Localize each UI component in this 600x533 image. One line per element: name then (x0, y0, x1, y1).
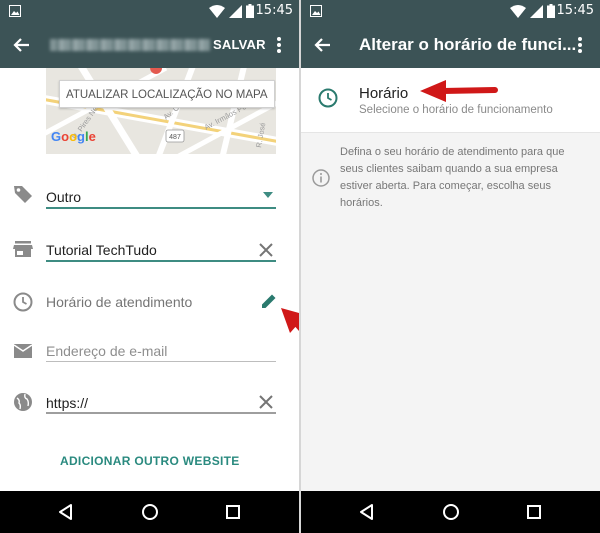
recents-square-icon[interactable] (524, 502, 544, 522)
clock-time: 15:45 (255, 3, 293, 18)
app-bar: SALVAR (0, 22, 299, 68)
info-icon (312, 169, 330, 187)
email-input[interactable]: Endereço de e-mail (46, 343, 167, 359)
page-title: Alterar o horário de funci... (359, 35, 577, 54)
website-input[interactable]: https:// (46, 395, 88, 411)
business-name-underline (46, 260, 276, 262)
navigation-bar (301, 491, 600, 533)
change-hours-screen: 15:45 Alterar o horário de funci... Horá… (301, 0, 600, 533)
arrow-back-icon[interactable] (12, 35, 32, 55)
tag-icon (14, 186, 32, 203)
status-bar: 15:45 (0, 0, 299, 22)
hours-label[interactable]: Horário de atendimento (46, 294, 192, 310)
email-icon (13, 344, 33, 358)
google-logo: Google (51, 129, 96, 144)
clear-website-icon[interactable] (256, 392, 276, 412)
recents-square-icon[interactable] (223, 502, 243, 522)
more-vert-icon[interactable] (269, 35, 289, 55)
info-panel: Defina o seu horário de atendimento para… (301, 133, 600, 493)
clear-icon[interactable] (256, 240, 276, 260)
gallery-notification-icon (9, 5, 21, 17)
dropdown-arrow-icon[interactable] (263, 192, 273, 198)
location-map[interactable]: 487 Av. Irmãos Pereira Av. Carlos R. Pir… (46, 68, 276, 154)
clock-icon (318, 88, 338, 108)
more-vert-icon[interactable] (570, 35, 590, 55)
category-value: Outro (46, 189, 82, 205)
hours-item-subtitle: Selecione o horário de funcionamento (359, 104, 553, 116)
wifi-icon (510, 4, 526, 18)
app-bar: Alterar o horário de funci... (301, 22, 600, 68)
info-text: Defina o seu horário de atendimento para… (340, 146, 565, 209)
hours-list-item[interactable]: Horário Selecione o horário de funcionam… (301, 68, 600, 132)
category-dropdown[interactable] (46, 207, 276, 209)
back-triangle-icon[interactable] (56, 502, 76, 522)
signal-icon (530, 4, 543, 18)
blurred-business-name (50, 39, 210, 51)
gallery-notification-icon (310, 5, 322, 17)
back-triangle-icon[interactable] (357, 502, 377, 522)
clock-icon (13, 292, 33, 312)
navigation-bar (0, 491, 299, 533)
edit-business-screen: 15:45 SALVAR 487 Av. Irmãos Pereira Av. … (0, 0, 299, 533)
edit-pencil-icon[interactable] (260, 292, 278, 310)
signal-icon (229, 4, 242, 18)
save-button[interactable]: SALVAR (213, 37, 266, 52)
clock-time: 15:45 (556, 3, 594, 18)
home-circle-icon[interactable] (441, 502, 461, 522)
email-underline (46, 361, 276, 362)
business-name-input[interactable]: Tutorial TechTudo (46, 242, 157, 258)
wifi-icon (209, 4, 225, 18)
hours-item-title: Horário (359, 85, 409, 102)
update-location-button[interactable]: ATUALIZAR LOCALIZAÇÃO NO MAPA (59, 80, 275, 108)
add-website-button[interactable]: ADICIONAR OUTRO WEBSITE (60, 454, 240, 468)
battery-icon (547, 4, 555, 18)
globe-icon (14, 393, 32, 411)
annotation-arrow (281, 308, 299, 333)
home-circle-icon[interactable] (140, 502, 160, 522)
arrow-back-icon[interactable] (313, 35, 333, 55)
website-underline (46, 412, 276, 414)
battery-icon (246, 4, 254, 18)
store-icon (13, 241, 33, 257)
status-bar: 15:45 (301, 0, 600, 22)
road-badge: 487 (169, 134, 181, 141)
